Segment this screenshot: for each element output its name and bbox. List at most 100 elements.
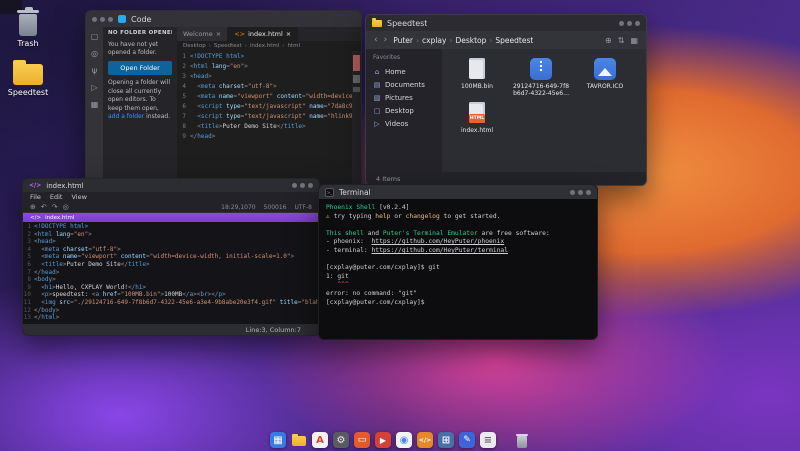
code-line[interactable]: 11 <img src="./29124716-649-7f8b6d7-4322…	[23, 299, 319, 307]
minimap[interactable]	[352, 51, 361, 201]
code-line[interactable]: 6 <script type="text/javascript" name="7…	[177, 102, 361, 112]
window-controls[interactable]	[292, 183, 313, 188]
vscode-tabbar: Welcome × <> index.html ×	[177, 27, 361, 41]
code-line[interactable]: 8 <title>Puter Demo Site</title>	[177, 122, 361, 132]
toolbar-status-text: 18:29,1070	[221, 204, 255, 211]
files-sidebar: Favorites ⌂ Home ▤ Documents	[366, 49, 442, 172]
editor-tab[interactable]: <> index.html ×	[228, 27, 298, 41]
code-line[interactable]: 12 </body>	[23, 307, 319, 315]
files-window: Speedtest ‹ › PutercxplayDesktopSpeedtes…	[365, 14, 647, 186]
dev-icon[interactable]: </>	[417, 432, 433, 448]
taskbar-trash-icon[interactable]	[514, 432, 530, 448]
forward-icon[interactable]: ›	[384, 36, 388, 45]
files-breadcrumb[interactable]: PutercxplayDesktopSpeedtest	[393, 36, 533, 45]
code-line[interactable]: 1 <!DOCTYPE html>	[177, 52, 361, 62]
file-item[interactable]: 29124716-649-7f8b6d7-4322-45e6-a3e4-9b8a…	[512, 57, 570, 97]
terminal-line	[326, 256, 590, 265]
file-icon	[465, 57, 489, 81]
code-line[interactable]: 2 <html lang="en">	[23, 231, 319, 239]
code-line[interactable]: 6 <title>Puter Demo Site</title>	[23, 261, 319, 269]
vscode-breadcrumb[interactable]: DesktopSpeedtestindex.htmlhtml	[177, 41, 361, 51]
code-line[interactable]: 5 <meta name="viewport" content="width=d…	[23, 253, 319, 261]
terminal-icon: >_	[325, 188, 334, 197]
vscode-titlebar[interactable]: Code	[86, 11, 361, 27]
window-controls[interactable]	[570, 190, 591, 195]
folder-icon	[372, 20, 382, 27]
editor-tab[interactable]: Welcome ×	[177, 27, 228, 41]
menu-item[interactable]: Edit	[50, 193, 63, 201]
sidebar-item-home[interactable]: ⌂ Home	[373, 65, 435, 78]
favorites-header: Favorites	[373, 54, 435, 61]
trash-label: Trash	[2, 39, 54, 48]
window-controls[interactable]	[619, 21, 640, 26]
terminal-line: This shell and Puter's Terminal Emulator…	[326, 230, 590, 239]
files-grid: 100MB.bin 29124716-649-7f8b6d7-4322-45e6…	[442, 49, 646, 172]
files-toolbar: ‹ › PutercxplayDesktopSpeedtest ⊕⇅▦	[366, 31, 646, 49]
terminal-line: ⚠ try typing help or changelog to get st…	[326, 213, 590, 222]
editor-statusbar: Line:3, Column:7	[23, 324, 319, 335]
editor-titlebar[interactable]: </> index.html	[23, 179, 319, 192]
code-icon: </>	[30, 215, 41, 221]
sidebar-item-videos[interactable]: ▷ Videos	[373, 117, 435, 130]
code-line[interactable]: 3 <head>	[23, 238, 319, 246]
code-line[interactable]: 9 </head>	[177, 132, 361, 142]
calculator-icon[interactable]: ⊞	[438, 432, 454, 448]
terminal-line: ^^^	[326, 281, 590, 290]
editor-code-area[interactable]: 1 <!DOCTYPE html> 2 <html lang="en"> 3 <…	[23, 222, 319, 324]
explorer-section-header[interactable]: NO FOLDER OPENED	[108, 30, 172, 38]
player-icon[interactable]: ▶	[375, 432, 391, 448]
terminal-window: >_ Terminal Phoenix Shell [v0.2.4]⚠ try …	[318, 184, 598, 340]
desktop-icon-trash[interactable]: Trash	[2, 8, 54, 48]
file-icon: HTML	[465, 101, 489, 125]
app-center-icon[interactable]: A	[312, 432, 328, 448]
file-icon	[529, 57, 553, 81]
code-line[interactable]: 3 <head>	[177, 72, 361, 82]
terminal-titlebar[interactable]: >_ Terminal	[319, 185, 597, 199]
code-line[interactable]: 7 <script type="text/javascript" name="h…	[177, 112, 361, 122]
file-item[interactable]: TAVROR.ICO	[576, 57, 634, 97]
code-line[interactable]: 13 </html>	[23, 314, 319, 322]
code-line[interactable]: 10 <p>speedtest: <a href="100MB.bin">100…	[23, 291, 319, 299]
add-folder-link[interactable]: add a folder	[108, 113, 144, 120]
sidebar-item-documents[interactable]: ▤ Documents	[373, 78, 435, 91]
editor-active-tab[interactable]: </> index.html	[23, 213, 319, 222]
back-icon[interactable]: ‹	[374, 36, 378, 45]
terminal-line	[326, 221, 590, 230]
terminal-line: - terminal: https://github.com/HeyPuter/…	[326, 247, 590, 256]
files-titlebar[interactable]: Speedtest	[366, 15, 646, 31]
code-line[interactable]: 2 <html lang="en">	[177, 62, 361, 72]
vscode-title: Code	[131, 15, 151, 24]
terminal-line: 1: git	[326, 273, 590, 282]
file-icon	[593, 57, 617, 81]
code-line[interactable]: 1 <!DOCTYPE html>	[23, 223, 319, 231]
editor-menubar: File Edit View	[23, 192, 319, 202]
code-line[interactable]: 9 <h1>Hello, CXPLAY World!</h1>	[23, 284, 319, 292]
menu-item[interactable]: View	[71, 193, 86, 201]
draw-icon[interactable]: ✎	[459, 432, 475, 448]
code-line[interactable]: 7 </head>	[23, 269, 319, 277]
file-item[interactable]: 100MB.bin	[448, 57, 506, 97]
sidebar-item-desktop[interactable]: ▢ Desktop	[373, 104, 435, 117]
open-folder-button[interactable]: Open Folder	[108, 61, 172, 75]
pdf-icon[interactable]: ▭	[354, 432, 370, 448]
desktop-icon-speedtest[interactable]: Speedtest	[2, 58, 54, 97]
code-line[interactable]: 4 <meta charset="utf-8">	[177, 82, 361, 92]
sidebar-item-pictures[interactable]: ▧ Pictures	[373, 91, 435, 104]
code-line[interactable]: 4 <meta charset="utf-8">	[23, 246, 319, 254]
code-line[interactable]: 5 <meta name="viewport" content="width=d…	[177, 92, 361, 102]
tab-close-icon[interactable]: ×	[216, 30, 221, 38]
settings-icon[interactable]: ⚙	[333, 432, 349, 448]
code-line[interactable]: 8 <body>	[23, 276, 319, 284]
editor-title: index.html	[46, 182, 83, 190]
terminal-output[interactable]: Phoenix Shell [v0.2.4]⚠ try typing help …	[319, 199, 597, 339]
browser-icon[interactable]: ◉	[396, 432, 412, 448]
file-item[interactable]: HTML index.html	[448, 101, 506, 134]
files-icon[interactable]	[291, 432, 307, 448]
vscode-app-icon	[118, 15, 126, 23]
notes-icon[interactable]: ≡	[480, 432, 496, 448]
window-controls[interactable]	[92, 17, 113, 22]
terminal-line: [cxplay@puter.com/cxplay]$	[326, 299, 590, 308]
menu-item[interactable]: File	[30, 193, 41, 201]
launcher-icon[interactable]: ▦	[270, 432, 286, 448]
tab-close-icon[interactable]: ×	[286, 30, 291, 38]
